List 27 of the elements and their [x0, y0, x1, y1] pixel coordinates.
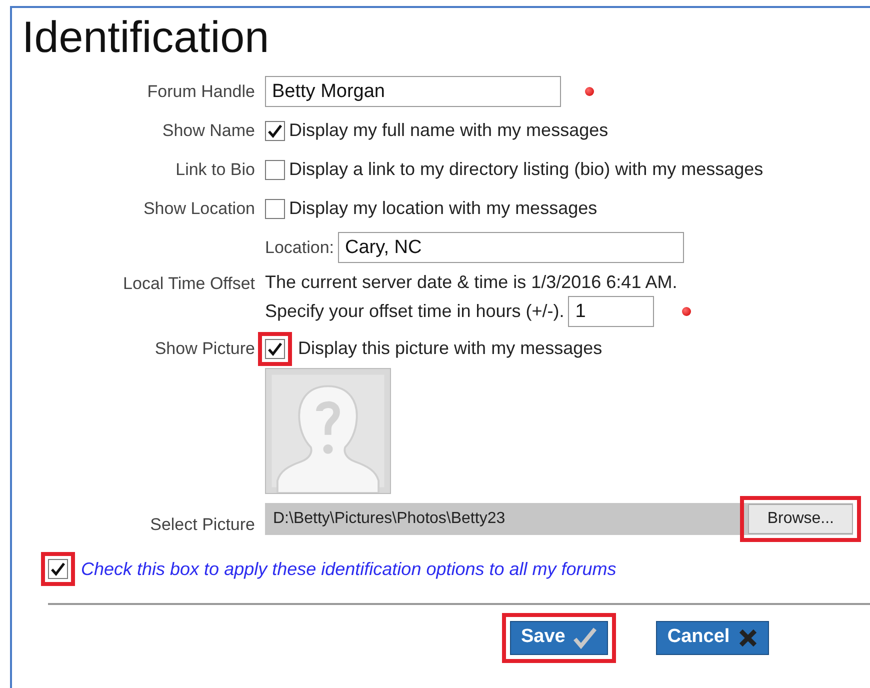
- checkmark-icon: [573, 626, 598, 648]
- checkbox[interactable]: [265, 120, 285, 140]
- field-label: Location:: [265, 236, 334, 259]
- page-title: Identification: [22, 16, 270, 60]
- checkbox-label: Display my location with my messages: [289, 197, 598, 220]
- field-label: Show Picture: [154, 338, 255, 360]
- field-label: Forum Handle: [147, 80, 255, 103]
- field-label: Show Name: [162, 120, 255, 142]
- apply-all-label: Check this box to apply these identification options to all my forums: [81, 558, 616, 581]
- checkbox[interactable]: [48, 559, 68, 579]
- checkbox[interactable]: [265, 198, 285, 218]
- field-label: Select Picture: [150, 514, 255, 536]
- field-label: Local Time Offset: [123, 273, 255, 295]
- text-field[interactable]: Betty Morgan: [265, 76, 561, 107]
- close-icon: [738, 628, 758, 648]
- checkbox-label: Display my full name with my messages: [289, 119, 608, 142]
- cancel-button[interactable]: Cancel: [656, 620, 769, 654]
- offset-field[interactable]: 1: [568, 296, 654, 327]
- offset-prompt: Specify your offset time in hours (+/-).: [265, 300, 564, 323]
- checkbox-label: Display this picture with my messages: [298, 337, 602, 360]
- checkbox[interactable]: [265, 160, 285, 180]
- field-label: Show Location: [143, 198, 255, 220]
- location-field[interactable]: Cary, NC: [338, 232, 684, 263]
- field-label: Link to Bio: [176, 158, 255, 181]
- checkbox-label: Display a link to my directory listing (bio) with my messages: [289, 158, 764, 181]
- server-time-text: The current server date & time is 1/3/2016 6:41 AM.: [265, 271, 678, 294]
- checkbox[interactable]: [265, 338, 285, 358]
